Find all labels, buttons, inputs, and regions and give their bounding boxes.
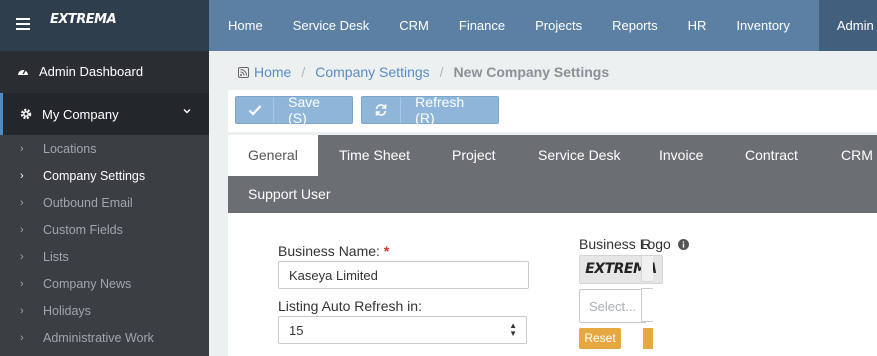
sidebar-item-locations[interactable]: › Locations	[0, 135, 209, 162]
settings-tabs: General Time Sheet Project Service Desk …	[228, 135, 877, 213]
required-marker: *	[383, 243, 390, 259]
gear-icon	[20, 108, 32, 120]
hamburger-menu-icon[interactable]	[16, 18, 30, 30]
sidebar-item-company-news[interactable]: › Company News	[0, 270, 209, 297]
tab-service-desk[interactable]: Service Desk	[538, 135, 620, 176]
nav-crm[interactable]: CRM	[399, 0, 444, 51]
refresh-button-label: Refresh (R)	[415, 94, 465, 126]
save-button[interactable]: Save (S)	[235, 94, 353, 126]
sidebar-submenu: › Locations › Company Settings › Outbound E…	[0, 135, 209, 351]
sidebar-item-label: Outbound Email	[43, 195, 133, 210]
right-column-preview-partial	[641, 255, 653, 282]
chevron-down-icon	[183, 109, 191, 114]
sidebar-item-label: Company Settings	[43, 168, 146, 183]
chevron-right-icon: ›	[20, 169, 24, 182]
breadcrumb-current: New Company Settings	[453, 64, 610, 80]
nav-home[interactable]: Home	[228, 0, 278, 51]
sidebar-item-company-settings[interactable]: › Company Settings	[0, 162, 209, 189]
chevron-right-icon: ›	[20, 304, 24, 317]
sidebar-item-custom-fields[interactable]: › Custom Fields	[0, 216, 209, 243]
sidebar-item-label: Lists	[43, 249, 69, 264]
sidebar-section-my-company[interactable]: My Company	[0, 93, 209, 135]
sidebar-item-outbound-email[interactable]: › Outbound Email	[0, 189, 209, 216]
business-name-input[interactable]: Kaseya Limited	[278, 261, 529, 289]
sidebar-item-holidays[interactable]: › Holidays	[0, 297, 209, 324]
chevron-right-icon: ›	[20, 277, 24, 290]
nav-service-desk[interactable]: Service Desk	[293, 0, 385, 51]
sidebar-item-label: Admin Dashboard	[39, 64, 144, 79]
nav-inventory[interactable]: Inventory	[736, 0, 804, 51]
business-name-label: Business Name: *	[278, 243, 389, 259]
tab-crm[interactable]: CRM	[841, 135, 873, 176]
chevron-right-icon: ›	[20, 331, 24, 344]
select-arrows-icon: ▲ ▼	[509, 321, 517, 338]
tab-project[interactable]: Project	[452, 135, 496, 176]
toolbar: Save (S) Refresh (R)	[228, 90, 877, 132]
breadcrumb-separator: /	[439, 64, 444, 80]
sidebar-section-label: My Company	[42, 106, 119, 122]
right-column-select-partial[interactable]	[641, 288, 653, 322]
nav-projects[interactable]: Projects	[535, 0, 597, 51]
nav-finance[interactable]: Finance	[459, 0, 520, 51]
save-button-label: Save (S)	[288, 94, 321, 126]
sidebar-item-administrative-work[interactable]: › Administrative Work	[0, 324, 209, 351]
sidebar-item-label: Administrative Work	[43, 330, 154, 345]
sidebar-item-admin-dashboard[interactable]: Admin Dashboard	[0, 51, 209, 93]
logo-select-button[interactable]: Select...	[579, 289, 647, 323]
chevron-right-icon: ›	[20, 250, 24, 263]
sidebar-item-label: Holidays	[43, 303, 91, 318]
rss-icon	[238, 66, 249, 78]
main-nav: Home Service Desk CRM Finance Projects R…	[228, 0, 877, 51]
tab-general[interactable]: General	[228, 135, 318, 176]
right-column-label-partial: R	[641, 236, 652, 252]
right-column-reset-partial[interactable]	[643, 328, 653, 349]
refresh-button[interactable]: Refresh (R)	[361, 94, 499, 126]
breadcrumb-separator: /	[301, 64, 306, 80]
listing-refresh-select[interactable]: 15 ▲ ▼	[278, 316, 527, 344]
business-name-label-text: Business Name:	[278, 243, 380, 259]
brand-area: EXTREMA	[0, 0, 209, 51]
chevron-right-icon: ›	[20, 142, 24, 155]
nav-admin[interactable]: Admin	[818, 0, 877, 51]
logo-reset-button[interactable]: Reset	[579, 328, 621, 349]
breadcrumb-company-settings[interactable]: Company Settings	[315, 64, 429, 80]
tab-support-user[interactable]: Support User	[248, 174, 330, 215]
listing-refresh-label: Listing Auto Refresh in:	[278, 298, 422, 314]
checkmark-icon	[236, 97, 275, 123]
chevron-right-icon: ›	[20, 223, 24, 236]
tab-contract[interactable]: Contract	[745, 135, 798, 176]
sidebar-item-label: Custom Fields	[43, 222, 123, 237]
breadcrumb-home[interactable]: Home	[254, 64, 291, 80]
nav-hr[interactable]: HR	[688, 0, 722, 51]
listing-refresh-value: 15	[289, 323, 304, 338]
dashboard-icon	[18, 69, 28, 75]
tab-time-sheet[interactable]: Time Sheet	[339, 135, 410, 176]
tab-invoice[interactable]: Invoice	[659, 135, 703, 176]
business-logo-label: Business Logo	[579, 236, 689, 252]
general-settings-form: Business Name: * Kaseya Limited Listing …	[228, 213, 877, 356]
chevron-right-icon: ›	[20, 196, 24, 209]
breadcrumb: Home / Company Settings / New Company Se…	[238, 64, 609, 80]
sidebar-item-label: Locations	[43, 141, 97, 156]
refresh-icon	[362, 97, 402, 123]
business-logo-label-text: Business Logo	[579, 236, 671, 252]
sidebar-item-label: Company News	[43, 276, 132, 291]
brand-logo[interactable]: EXTREMA	[50, 12, 117, 27]
sidebar-item-lists[interactable]: › Lists	[0, 243, 209, 270]
sidebar: Admin Dashboard My Company › Locations › C…	[0, 51, 209, 356]
info-icon[interactable]	[677, 239, 689, 250]
nav-reports[interactable]: Reports	[612, 0, 673, 51]
